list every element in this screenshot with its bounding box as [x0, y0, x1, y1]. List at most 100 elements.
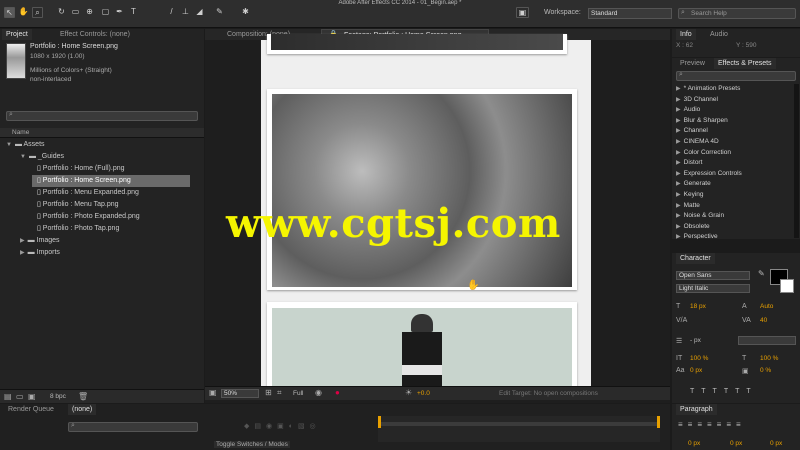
effects-category-row[interactable]: ▶ Generate	[676, 179, 711, 190]
leading-value[interactable]: Auto	[760, 303, 773, 310]
paragraph-align-buttons[interactable]: ≡≡≡≡≡≡≡	[678, 420, 746, 429]
zoom-tool-icon[interactable]: ⌕	[32, 7, 43, 18]
camera-tool-icon[interactable]: ▭	[70, 7, 81, 18]
stroke-width-value[interactable]: - px	[690, 337, 701, 344]
project-file-row[interactable]: ▯ Portfolio : Home Screen.png	[32, 175, 190, 187]
font-size-value[interactable]: 18 px	[690, 303, 706, 310]
triangle-right-icon[interactable]: ▶	[20, 238, 25, 244]
delete-icon[interactable]: 🗑	[78, 392, 88, 401]
camera-snapshot-icon[interactable]: ◉	[315, 388, 322, 397]
zoom-select[interactable]: 50%	[221, 389, 259, 398]
effects-category-row[interactable]: ▶ Distort	[676, 158, 702, 169]
triangle-right-icon[interactable]: ▶	[676, 234, 681, 239]
effects-category-row[interactable]: ▶ Perspective	[676, 232, 718, 239]
roto-tool-icon[interactable]: ✎	[214, 7, 225, 18]
effects-category-row[interactable]: ▶ Blur & Sharpen	[676, 116, 728, 127]
triangle-down-icon[interactable]: ▼	[20, 154, 26, 160]
project-search-input[interactable]: ⌕	[6, 111, 198, 121]
triangle-right-icon[interactable]: ▶	[676, 139, 681, 145]
effects-category-row[interactable]: ▶ Expression Controls	[676, 169, 742, 180]
resolution-label[interactable]: Full	[293, 390, 303, 397]
effects-category-row[interactable]: ▶ Obsolete	[676, 222, 710, 233]
triangle-right-icon[interactable]: ▶	[20, 250, 25, 256]
triangle-down-icon[interactable]: ▼	[6, 142, 12, 148]
project-file-row[interactable]: ▯ Portfolio : Photo Expanded.png	[0, 211, 204, 223]
horizontal-scale-value[interactable]: 100 %	[760, 355, 778, 362]
region-icon[interactable]: ⊞	[265, 388, 272, 397]
pen-tool-icon[interactable]: ✒	[114, 7, 125, 18]
project-file-row[interactable]: ▯ Portfolio : Menu Tap.png	[0, 199, 204, 211]
triangle-right-icon[interactable]: ▶	[676, 192, 681, 198]
font-style-select[interactable]: Light Italic	[676, 284, 750, 293]
effects-category-row[interactable]: ▶ Audio	[676, 105, 700, 116]
effects-category-row[interactable]: ▶ Channel	[676, 126, 708, 137]
project-file-row[interactable]: ▯ Portfolio : Menu Expanded.png	[0, 187, 204, 199]
triangle-right-icon[interactable]: ▶	[676, 224, 681, 230]
effects-category-row[interactable]: ▶ Keying	[676, 190, 704, 201]
triangle-right-icon[interactable]: ▶	[676, 97, 681, 103]
grid-icon[interactable]: ⌗	[277, 388, 282, 398]
tab-effect-controls[interactable]: Effect Controls: (none)	[56, 29, 134, 40]
triangle-right-icon[interactable]: ▶	[676, 213, 681, 219]
interpret-footage-icon[interactable]: ▤	[4, 392, 12, 401]
triangle-right-icon[interactable]: ▶	[676, 171, 681, 177]
bpc-label[interactable]: 8 bpc	[50, 393, 66, 400]
font-family-select[interactable]: Open Sans	[676, 271, 750, 280]
indent-right-value[interactable]: 0 px	[730, 440, 742, 447]
hand-tool-icon[interactable]: ✋	[18, 7, 29, 18]
faux-style-buttons[interactable]: TTTTTT	[690, 388, 758, 395]
project-folder-row[interactable]: ▼ ▬ Assets	[0, 139, 204, 151]
stroke-style-select[interactable]	[738, 336, 796, 345]
effects-category-row[interactable]: ▶ Matte	[676, 201, 700, 212]
puppet-tool-icon[interactable]: ✱	[240, 7, 251, 18]
indent-left-value[interactable]: 0 px	[688, 440, 700, 447]
project-folder-row[interactable]: ▼ ▬ _Guides	[0, 151, 204, 163]
new-folder-icon[interactable]: ▭	[16, 392, 24, 401]
tracking-value[interactable]: 40	[760, 317, 767, 324]
tab-info[interactable]: Info	[676, 29, 696, 40]
timeline-search-input[interactable]: ⌕	[68, 422, 198, 432]
vertical-scale-value[interactable]: 100 %	[690, 355, 708, 362]
work-area-bar[interactable]	[378, 422, 660, 426]
tab-character[interactable]: Character	[676, 253, 715, 264]
workspace-select[interactable]: Standard	[588, 8, 672, 19]
triangle-right-icon[interactable]: ▶	[676, 160, 681, 166]
eraser-tool-icon[interactable]: ◢	[194, 7, 205, 18]
exposure-icon[interactable]: ☀	[405, 388, 412, 397]
triangle-right-icon[interactable]: ▶	[676, 150, 681, 156]
selection-tool-icon[interactable]: ↖	[4, 7, 15, 18]
timeline-track-area[interactable]	[378, 416, 660, 442]
pan-behind-tool-icon[interactable]: ⊕	[84, 7, 95, 18]
effects-category-row[interactable]: ▶ CINEMA 4D	[676, 137, 719, 148]
tab-preview[interactable]: Preview	[676, 58, 709, 69]
tab-project[interactable]: Project	[2, 29, 32, 40]
time-navigator-start[interactable]	[378, 416, 381, 428]
project-folder-row[interactable]: ▶ ▬ Images	[0, 235, 204, 247]
triangle-right-icon[interactable]: ▶	[676, 107, 681, 113]
new-comp-icon[interactable]: ▣	[28, 392, 36, 401]
clone-tool-icon[interactable]: ⊥	[180, 7, 191, 18]
effects-search-input[interactable]: ⌕	[676, 71, 796, 81]
eyedropper-icon[interactable]: ✎	[758, 269, 765, 278]
search-help-field[interactable]: ⌕ Search Help	[678, 8, 796, 19]
project-file-row[interactable]: ▯ Portfolio : Home (Full).png	[0, 163, 204, 175]
name-column-header[interactable]: Name	[0, 128, 204, 138]
triangle-right-icon[interactable]: ▶	[676, 118, 681, 124]
triangle-right-icon[interactable]: ▶	[676, 203, 681, 209]
effects-scrollbar[interactable]	[794, 84, 799, 238]
triangle-right-icon[interactable]: ▶	[676, 181, 681, 187]
triangle-right-icon[interactable]: ▶	[676, 128, 681, 134]
rotate-tool-icon[interactable]: ↻	[56, 7, 67, 18]
project-folder-row[interactable]: ▶ ▬ Imports	[0, 247, 204, 259]
tsume-value[interactable]: 0 %	[760, 367, 771, 374]
indent-first-value[interactable]: 0 px	[770, 440, 782, 447]
channels-icon[interactable]: ●	[335, 388, 340, 397]
triangle-right-icon[interactable]: ▶	[676, 86, 681, 92]
tab-timeline[interactable]: (none)	[68, 404, 97, 415]
time-navigator-end[interactable]	[657, 416, 660, 428]
stroke-color-swatch[interactable]	[780, 279, 794, 293]
effects-category-row[interactable]: ▶ 3D Channel	[676, 95, 718, 106]
exposure-value[interactable]: +0.0	[417, 390, 430, 397]
project-file-row[interactable]: ▯ Portfolio : Photo Tap.png	[0, 223, 204, 235]
tab-paragraph[interactable]: Paragraph	[676, 404, 717, 415]
